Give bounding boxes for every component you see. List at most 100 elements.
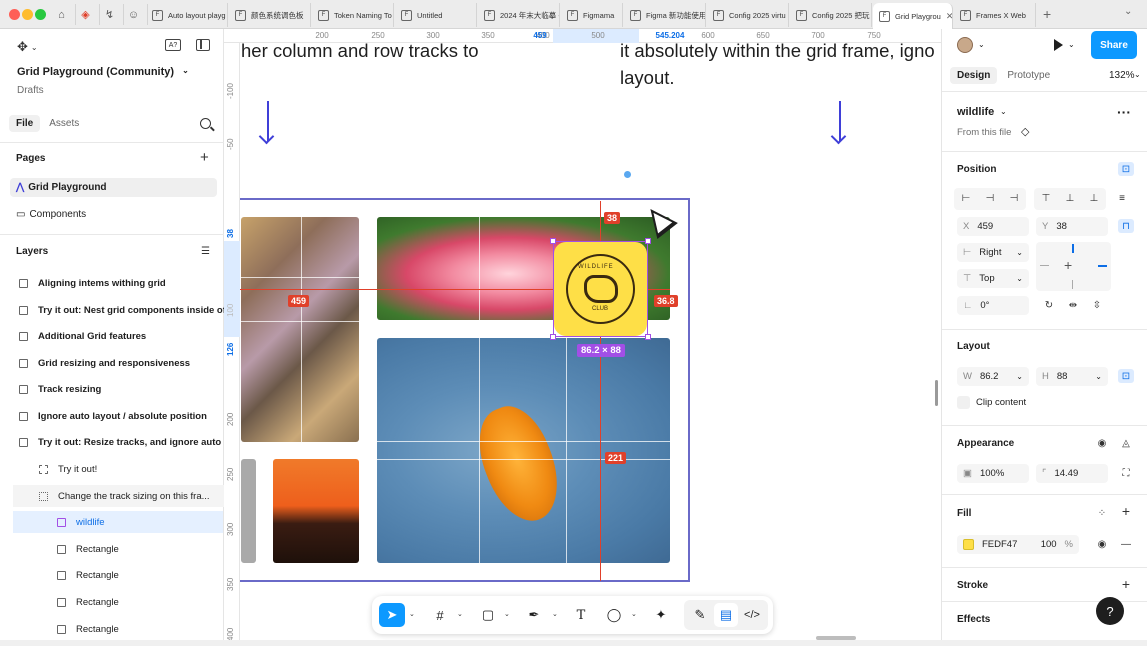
resize-handle[interactable]: [645, 334, 651, 340]
independent-corners-icon[interactable]: ⛶: [1118, 466, 1134, 480]
resize-handle[interactable]: [550, 334, 556, 340]
layer-frame[interactable]: Grid resizing and responsiveness: [13, 352, 224, 374]
present-icon[interactable]: [1054, 39, 1063, 51]
share-button[interactable]: Share: [1091, 31, 1137, 59]
text-tool-button[interactable]: T: [569, 603, 593, 627]
add-page-icon[interactable]: +: [200, 150, 209, 165]
rectangle-tool-button[interactable]: ▢: [476, 603, 500, 627]
rotate-icon[interactable]: ↻: [1041, 298, 1057, 312]
horizontal-constraint-select[interactable]: ⊢ Right ⌄: [957, 243, 1029, 262]
flip-vertical-icon[interactable]: ⇳: [1089, 298, 1105, 312]
corner-radius-field[interactable]: ⌜ 14.49: [1036, 464, 1108, 483]
ai-badge-icon[interactable]: A?: [165, 39, 181, 51]
actions-tool-button[interactable]: ✦: [649, 603, 673, 627]
layer-frame[interactable]: Track resizing: [13, 378, 224, 400]
tab-design[interactable]: Design: [950, 67, 998, 84]
resize-handle[interactable]: [550, 238, 556, 244]
dev-mode-icon[interactable]: </>: [740, 603, 764, 627]
chevron-down-icon[interactable]: ⌄: [552, 610, 558, 618]
design-canvas[interactable]: her column and row tracks to it absolute…: [240, 43, 941, 646]
ignore-layout-icon[interactable]: ⊓: [1118, 219, 1134, 233]
more-options-icon[interactable]: ···: [1117, 104, 1131, 120]
vertical-scrollbar[interactable]: [935, 380, 938, 406]
new-tab-button[interactable]: +: [1043, 6, 1051, 22]
move-tool-button[interactable]: ➤: [379, 603, 405, 627]
browser-tab[interactable]: F Figma 新功能使用: [624, 3, 706, 27]
browser-tab-active[interactable]: F Grid Playgrou ✕: [873, 3, 953, 29]
browser-tab[interactable]: F Config 2025 virtu: [707, 3, 789, 27]
browser-tab[interactable]: F Config 2025 把玩: [790, 3, 872, 27]
layer-rectangle[interactable]: Rectangle: [13, 618, 224, 640]
constraint-left-line[interactable]: [1040, 265, 1049, 266]
rotation-field[interactable]: ∟ 0°: [957, 296, 1029, 315]
layer-frame[interactable]: Additional Grid features: [13, 325, 224, 347]
constraint-widget[interactable]: +: [1036, 242, 1111, 291]
layer-frame[interactable]: Try it out!: [13, 458, 224, 480]
align-bottom-icon[interactable]: ⊥: [1082, 188, 1106, 208]
constraint-bottom-line[interactable]: [1072, 280, 1073, 289]
close-tab-icon[interactable]: ✕: [946, 11, 952, 22]
page-item-grid-playground[interactable]: ⋀ Grid Playground: [10, 178, 217, 197]
chevron-down-icon[interactable]: ⌄: [1068, 40, 1075, 49]
browser-tab[interactable]: F Figmama: [561, 3, 623, 27]
window-close-button[interactable]: [9, 9, 20, 20]
align-left-icon[interactable]: ⊢: [954, 188, 978, 208]
chevron-down-icon[interactable]: ⌄: [978, 40, 985, 49]
window-maximize-button[interactable]: [35, 9, 46, 20]
tab-file[interactable]: File: [9, 115, 41, 132]
browser-tab[interactable]: F Token Naming To: [312, 3, 394, 27]
chevron-down-icon[interactable]: ⌄: [504, 610, 510, 618]
constraint-center-icon[interactable]: +: [1064, 257, 1072, 273]
browser-tab[interactable]: F 2024 年末大临摹 -: [478, 3, 560, 27]
frame-tool-button[interactable]: #: [428, 603, 452, 627]
layer-frame[interactable]: Aligning intems withing grid: [13, 272, 224, 294]
help-button[interactable]: ?: [1096, 597, 1124, 625]
component-name[interactable]: wildlife: [957, 106, 994, 118]
file-title[interactable]: Grid Playground (Community) ⌄: [17, 66, 189, 78]
gray-image[interactable]: [241, 459, 256, 563]
layer-frame[interactable]: Try it out: Nest grid components inside …: [13, 299, 224, 321]
x-field[interactable]: X 459: [957, 217, 1029, 236]
browser-tab[interactable]: F Untitled: [395, 3, 477, 27]
component-diamond-icon[interactable]: ◇: [1021, 125, 1029, 138]
resize-to-fit-icon[interactable]: ⊡: [1118, 369, 1134, 383]
flip-horizontal-icon[interactable]: ⇹: [1065, 298, 1081, 312]
design-mode-icon[interactable]: ▤: [714, 603, 738, 627]
opacity-field[interactable]: ▣ 100%: [957, 464, 1029, 483]
align-top-icon[interactable]: ⊤: [1034, 188, 1058, 208]
layer-frame[interactable]: Try it out: Resize tracks, and ignore au…: [13, 431, 224, 453]
height-field[interactable]: H 88 ⌄: [1036, 367, 1108, 386]
constraint-right-line[interactable]: [1098, 265, 1107, 267]
window-minimize-button[interactable]: [22, 9, 33, 20]
y-field[interactable]: Y 38: [1036, 217, 1108, 236]
selection-box[interactable]: [553, 241, 648, 337]
rock-image[interactable]: [241, 217, 359, 442]
frame-handle-dot[interactable]: [624, 171, 631, 178]
pinned-tab-icon[interactable]: ☺: [120, 4, 148, 25]
sunset-image[interactable]: [273, 459, 359, 563]
page-item-components[interactable]: ▭ Components: [10, 205, 217, 224]
add-stroke-icon[interactable]: +: [1118, 576, 1134, 592]
align-middle-icon[interactable]: ⊥: [1058, 188, 1082, 208]
layer-grid-frame[interactable]: Change the track sizing on this fra...: [13, 485, 224, 507]
main-menu-button[interactable]: ✥ ⌄: [17, 39, 38, 55]
vertical-constraint-select[interactable]: ⊤ Top ⌄: [957, 269, 1029, 288]
fill-color-swatch[interactable]: [963, 539, 974, 550]
comment-tool-button[interactable]: ◯: [602, 603, 626, 627]
chevron-down-icon[interactable]: ⌄: [1134, 70, 1141, 79]
tab-prototype[interactable]: Prototype: [1000, 67, 1057, 84]
eye-icon[interactable]: ◉: [1094, 537, 1110, 551]
browser-tab[interactable]: F Frames X Web: [954, 3, 1036, 27]
distribute-icon[interactable]: ≡: [1114, 188, 1130, 208]
align-center-icon[interactable]: ⊣: [978, 188, 1002, 208]
width-field[interactable]: W 86.2 ⌄: [957, 367, 1029, 386]
styles-grid-icon[interactable]: ⁘: [1094, 506, 1110, 520]
remove-fill-icon[interactable]: —: [1118, 537, 1134, 551]
layer-frame[interactable]: Ignore auto layout / absolute position: [13, 405, 224, 427]
add-fill-icon[interactable]: +: [1118, 503, 1134, 519]
tab-assets[interactable]: Assets: [42, 115, 86, 132]
browser-tab[interactable]: F Auto layout playg: [146, 3, 228, 27]
blend-mode-icon[interactable]: ◬: [1118, 436, 1134, 450]
clip-content-checkbox[interactable]: [957, 396, 970, 409]
fill-field[interactable]: FEDF47 100 %: [957, 535, 1079, 554]
